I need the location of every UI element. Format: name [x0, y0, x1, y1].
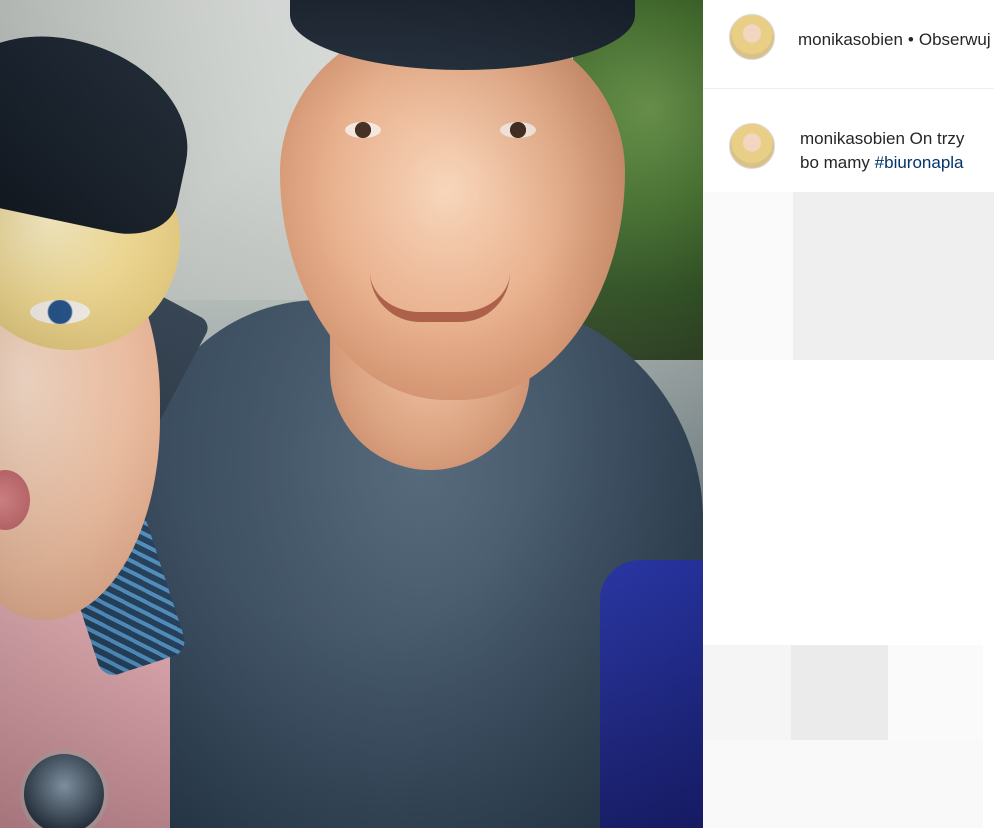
post-caption: monikasobien On trzy bo mamy #biuronapla — [800, 127, 994, 175]
comment-placeholder — [793, 192, 994, 360]
caption-hashtag[interactable]: #biuronapla — [875, 153, 964, 172]
caption-avatar-icon[interactable] — [729, 123, 775, 169]
caption-text-line1: On trzy — [909, 129, 965, 148]
photo-vignette — [0, 0, 703, 828]
post-header: monikasobien • Obserwuj — [703, 0, 994, 89]
caption-username[interactable]: monikasobien — [800, 129, 905, 148]
profile-avatar-icon[interactable] — [729, 14, 775, 60]
header-separator: • — [907, 30, 914, 49]
footer-placeholder-3 — [888, 645, 983, 740]
footer-placeholder-1 — [703, 645, 791, 740]
comment-placeholder-left — [703, 192, 793, 360]
post-sidebar: monikasobien • Obserwuj monikasobien On tr… — [703, 0, 994, 828]
post-photo[interactable] — [0, 0, 703, 828]
follow-button[interactable]: Obserwuj — [919, 30, 991, 49]
footer-placeholder-4 — [703, 740, 983, 828]
header-username[interactable]: monikasobien — [798, 30, 903, 49]
caption-text-line2: bo mamy — [800, 153, 870, 172]
header-text: monikasobien • Obserwuj — [798, 30, 991, 50]
footer-placeholder-2 — [791, 645, 888, 740]
